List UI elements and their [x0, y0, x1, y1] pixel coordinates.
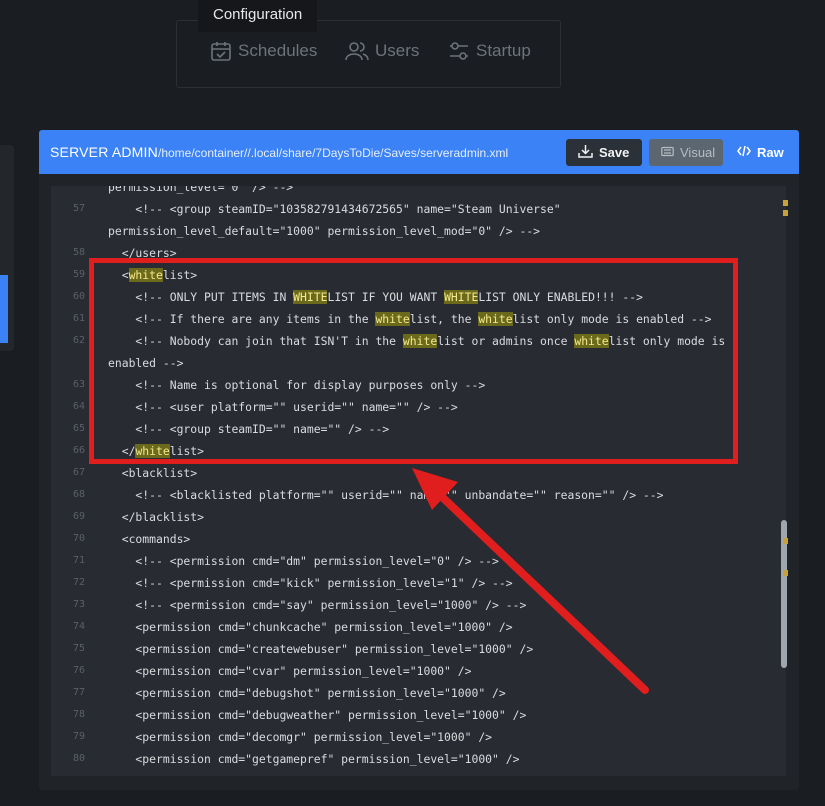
annotation-arrow — [412, 468, 649, 694]
